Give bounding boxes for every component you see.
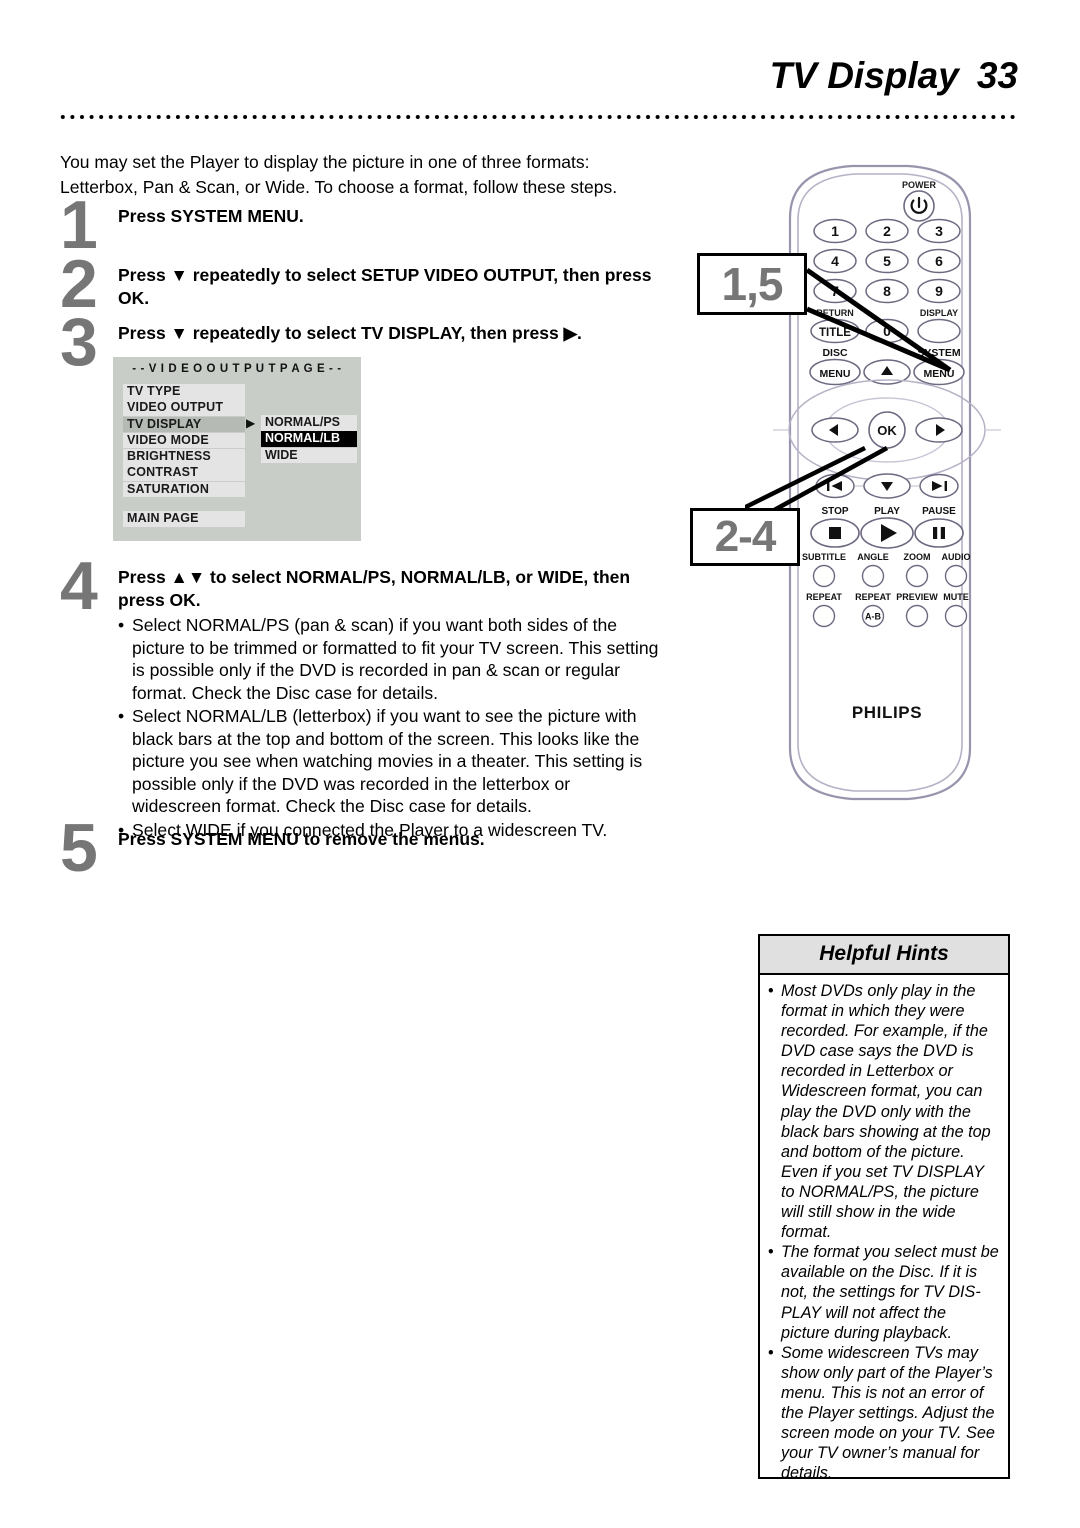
subtitle-label: SUBTITLE	[802, 552, 846, 562]
mute-label: MUTE	[943, 592, 969, 602]
hint-item: • The format you select must be availabl…	[768, 1242, 999, 1342]
osd-selection-arrow-icon: ▶	[246, 416, 256, 430]
subtitle-button	[812, 564, 836, 588]
hint-item: • Most DVDs only play in the format in w…	[768, 981, 999, 1242]
step-4-bullet-1-text: Select NORMAL/PS (pan & scan) if you wan…	[132, 615, 659, 703]
hint-1-text: Most DVDs only play in the format in whi…	[781, 982, 991, 1242]
power-label: POWER	[902, 180, 937, 190]
svg-text:5: 5	[883, 253, 891, 269]
preview-button	[905, 604, 929, 628]
osd-video-output-page: - - V I D E O O U T P U T P A G E - - TV…	[113, 357, 361, 541]
step-5-heading: Press SYSTEM MENU to remove the menus.	[118, 829, 485, 849]
svg-text:OK: OK	[877, 423, 897, 438]
intro-paragraph: You may set the Player to display the pi…	[60, 152, 618, 197]
pause-label: PAUSE	[922, 506, 956, 517]
bullet-dot-icon: •	[768, 1343, 774, 1362]
svg-text:A-B: A-B	[865, 612, 881, 622]
hint-3-text: Some widescreen TVs may show only part o…	[781, 1343, 995, 1483]
osd-item-tv-display[interactable]: TV DISPLAY	[123, 416, 245, 433]
step-1: 1 Press SYSTEM MENU.	[60, 191, 660, 259]
page-title: TV Display	[769, 55, 959, 96]
step-1-heading: Press SYSTEM MENU.	[118, 206, 304, 226]
svg-text:3: 3	[935, 223, 943, 239]
display-label: DISPLAY	[920, 308, 958, 318]
audio-button	[944, 564, 968, 588]
osd-menu-list: TV TYPE VIDEO OUTPUT TV DISPLAY VIDEO MO…	[123, 384, 245, 528]
repeat-label: REPEAT	[806, 592, 842, 602]
angle-button	[861, 564, 885, 588]
zoom-label: ZOOM	[904, 552, 931, 562]
zoom-button	[905, 564, 929, 588]
step-4-bullet-2: • Select NORMAL/LB (letterbox) if you wa…	[118, 705, 660, 818]
svg-text:MENU: MENU	[820, 368, 851, 380]
header-dotted-rule	[58, 113, 1018, 121]
hint-item: • Some widescreen TVs may show only part…	[768, 1343, 999, 1484]
svg-text:2: 2	[883, 223, 891, 239]
callout-step-1-5: 1,5	[697, 253, 807, 315]
bullet-dot-icon: •	[768, 1243, 774, 1262]
disc-label: DISC	[822, 347, 848, 359]
play-label: PLAY	[874, 506, 900, 517]
bullet-dot-icon: •	[768, 982, 774, 1000]
osd-option-wide[interactable]: WIDE	[261, 447, 357, 464]
step-4: 4 Press ▲▼ to select NORMAL/PS, NORMAL/L…	[60, 552, 660, 841]
step-4-bullets: • Select NORMAL/PS (pan & scan) if you w…	[118, 614, 660, 841]
mute-button	[944, 604, 968, 628]
osd-option-list: NORMAL/PS NORMAL/LB WIDE	[261, 415, 357, 464]
preview-label: PREVIEW	[896, 592, 938, 602]
display-button	[917, 318, 961, 344]
bullet-dot-icon: •	[118, 615, 125, 635]
angle-label: ANGLE	[857, 552, 889, 562]
step-4-bullet-2-text: Select NORMAL/LB (letterbox) if you want…	[132, 706, 643, 816]
pause-button	[914, 518, 964, 548]
svg-text:6: 6	[935, 253, 943, 269]
osd-item-video-output[interactable]: VIDEO OUTPUT	[123, 400, 245, 416]
stop-label: STOP	[821, 506, 848, 517]
osd-item-brightness[interactable]: BRIGHTNESS	[123, 449, 245, 465]
svg-text:1: 1	[831, 223, 839, 239]
step-3: 3 Press ▼ repeatedly to select TV DISPLA…	[60, 308, 660, 376]
osd-item-main-page[interactable]: MAIN PAGE	[123, 511, 245, 527]
repeat-button	[812, 604, 836, 628]
svg-text:TITLE: TITLE	[819, 327, 851, 339]
helpful-hints-box: Helpful Hints • Most DVDs only play in t…	[758, 934, 1010, 1482]
step-4-number: 4	[60, 548, 98, 624]
step-2-heading: Press ▼ repeatedly to select SETUP VIDEO…	[118, 265, 652, 308]
step-4-heading: Press ▲▼ to select NORMAL/PS, NORMAL/LB,…	[118, 567, 631, 610]
step-3-number: 3	[60, 304, 98, 380]
stop-icon	[829, 527, 841, 539]
step-3-heading: Press ▼ repeatedly to select TV DISPLAY,…	[118, 323, 582, 343]
osd-item-tv-type[interactable]: TV TYPE	[123, 384, 245, 400]
helpful-hints-body: • Most DVDs only play in the format in w…	[760, 975, 1008, 1491]
audio-label: AUDIO	[942, 552, 971, 562]
helpful-hints-title: Helpful Hints	[760, 936, 1008, 975]
osd-item-contrast[interactable]: CONTRAST	[123, 465, 245, 481]
osd-option-normal-lb[interactable]: NORMAL/LB	[261, 431, 357, 447]
osd-option-normal-ps[interactable]: NORMAL/PS	[261, 415, 357, 431]
page-header: TV Display 33	[0, 55, 1080, 125]
osd-item-video-mode[interactable]: VIDEO MODE	[123, 432, 245, 449]
osd-title: - - V I D E O O U T P U T P A G E - -	[132, 363, 342, 375]
repeat-ab-label: REPEAT	[855, 592, 891, 602]
step-2: 2 Press ▼ repeatedly to select SETUP VID…	[60, 250, 660, 318]
step-4-bullet-1: • Select NORMAL/PS (pan & scan) if you w…	[118, 614, 660, 704]
page-number: 33	[976, 55, 1018, 96]
osd-item-saturation[interactable]: SATURATION	[123, 481, 245, 498]
svg-text:8: 8	[883, 283, 891, 299]
svg-text:4: 4	[831, 253, 839, 269]
step-5: 5 Press SYSTEM MENU to remove the menus.	[60, 814, 660, 882]
svg-text:9: 9	[935, 283, 943, 299]
bullet-dot-icon: •	[118, 706, 125, 726]
philips-logo: PHILIPS	[852, 703, 922, 722]
step-5-number: 5	[60, 810, 98, 886]
header-title-row: TV Display 33	[770, 55, 1018, 97]
hint-2-text: The format you select must be available …	[781, 1243, 999, 1342]
callout-step-2-4: 2-4	[690, 508, 800, 566]
